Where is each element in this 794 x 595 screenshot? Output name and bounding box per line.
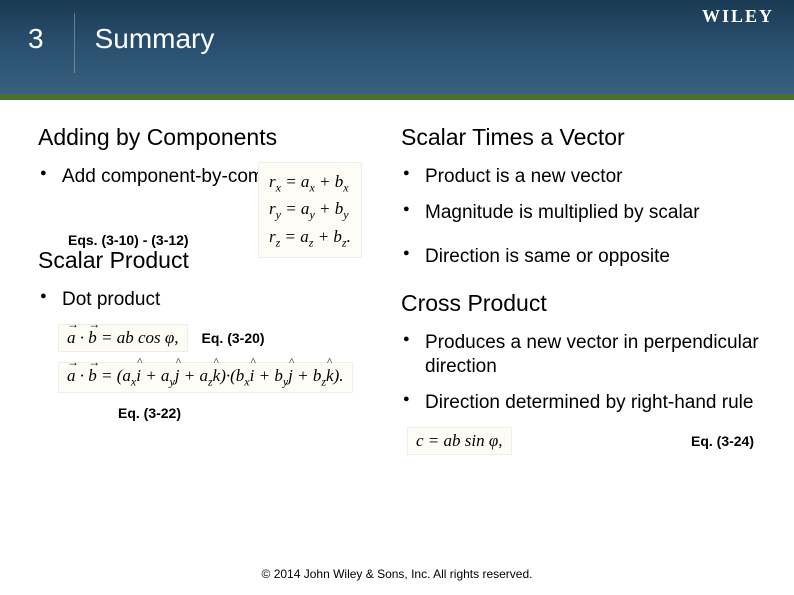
eq-label-3-22: Eq. (3-22) [118, 405, 181, 421]
bullet-magnitude-multiplied: Magnitude is multiplied by scalar [401, 201, 764, 225]
section-scalar-times: Scalar Times a Vector Product is a new v… [401, 124, 764, 268]
section-title-cross-product: Cross Product [401, 290, 764, 317]
copyright-footer: © 2014 John Wiley & Sons, Inc. All right… [0, 567, 794, 581]
bullet-dot-product: Dot product [38, 288, 401, 312]
slide-title: Summary [95, 23, 215, 55]
slide-number: 3 [28, 23, 44, 55]
section-title-scalar-times: Scalar Times a Vector [401, 124, 764, 151]
eq-label-3-24: Eq. (3-24) [691, 433, 754, 449]
eq-label-3-10-12: Eqs. (3-10) - (3-12) [68, 232, 189, 248]
header-divider [74, 13, 75, 73]
section-title-adding: Adding by Components [38, 124, 401, 151]
section-adding: Adding by Components Add component-by-co… [38, 124, 401, 189]
formula-rx-ry-rz: rx = ax + bx ry = ay + by rz = az + bz. [258, 162, 362, 258]
formula-cross-sin: c = ab sin φ, [407, 427, 512, 455]
section-cross-product: Cross Product Produces a new vector in p… [401, 290, 764, 454]
formula-dot-expand: a · b = (axi + ayj + azk)·(bxi + byj + b… [58, 362, 353, 393]
content-area: Adding by Components Add component-by-co… [0, 100, 794, 455]
section-scalar-product: Scalar Product Dot product a · b = ab co… [38, 247, 401, 423]
bullet-right-hand-rule: Direction determined by right-hand rule [401, 391, 764, 415]
eq-label-3-20: Eq. (3-20) [202, 330, 265, 346]
left-column: Adding by Components Add component-by-co… [38, 118, 401, 455]
formula-dot-cos: a · b = ab cos φ, [58, 324, 188, 352]
bullet-perpendicular: Produces a new vector in perpendicular d… [401, 331, 764, 379]
bullet-product-new-vector: Product is a new vector [401, 165, 764, 189]
bullet-direction-same-opposite: Direction is same or opposite [401, 245, 764, 269]
slide-header: 3 Summary WILEY [0, 0, 794, 100]
right-column: Scalar Times a Vector Product is a new v… [401, 118, 764, 455]
brand-logo: WILEY [702, 6, 774, 27]
